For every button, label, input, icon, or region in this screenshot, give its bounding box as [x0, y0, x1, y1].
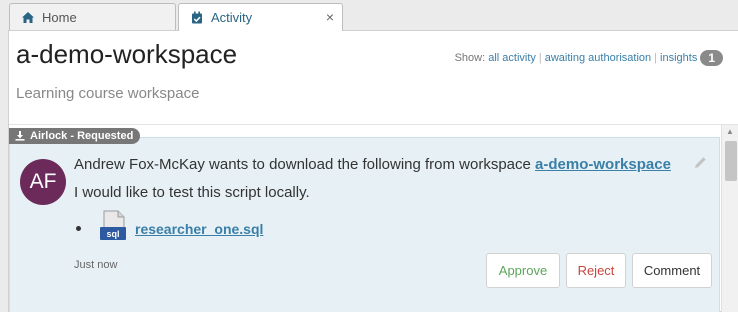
filter-prefix: Show: [454, 52, 486, 64]
comment-button[interactable]: Comment [632, 253, 712, 288]
activity-panel: a-demo-workspace Learning course workspa… [8, 30, 738, 312]
tab-home-label: Home [42, 9, 77, 25]
bullet [76, 226, 81, 231]
list-item: sql researcher_one.sql [74, 210, 263, 247]
filter-awaiting-authorisation-link[interactable]: awaiting authorisation [545, 52, 651, 64]
download-icon [15, 131, 25, 141]
activity-message-text: Andrew Fox-McKay wants to download the f… [74, 156, 536, 173]
activity-message: Andrew Fox-McKay wants to download the f… [74, 156, 671, 173]
request-note: I would like to test this script locally… [74, 184, 310, 201]
edit-icon[interactable] [694, 156, 707, 174]
tab-activity-label: Activity [211, 10, 253, 25]
timestamp: Just now [74, 259, 118, 271]
scrollbar-thumb[interactable] [725, 141, 737, 181]
divider [9, 124, 738, 125]
airlock-status-text: Airlock - Requested [30, 130, 134, 142]
filter-insights-link[interactable]: insights [660, 52, 697, 64]
reject-button[interactable]: Reject [566, 253, 626, 288]
activity-item: AF Andrew Fox-McKay wants to download th… [9, 137, 720, 312]
activity-filter: Show: all activity | awaiting authorisat… [455, 50, 723, 66]
approve-button[interactable]: Approve [486, 253, 560, 288]
page-title: a-demo-workspace [16, 39, 238, 69]
avatar: AF [20, 159, 66, 205]
airlock-status-label: Airlock - Requested [9, 128, 141, 144]
sql-file-icon: sql [99, 210, 129, 247]
tab-activity[interactable]: Activity × [178, 3, 343, 31]
workspace-link[interactable]: a-demo-workspace [535, 156, 671, 173]
home-icon [20, 9, 36, 25]
filter-all-activity-link[interactable]: all activity [488, 52, 536, 64]
filter-separator: | [654, 52, 658, 64]
insights-count-badge: 1 [700, 50, 723, 66]
filter-separator: | [538, 52, 542, 64]
workspace-description: Learning course workspace [16, 85, 200, 102]
file-link[interactable]: researcher_one.sql [135, 221, 263, 237]
tab-home[interactable]: Home [9, 3, 176, 30]
scrollbar[interactable]: ▲ [721, 125, 738, 312]
calendar-check-icon [189, 10, 205, 26]
scroll-up-icon[interactable]: ▲ [726, 127, 734, 136]
sql-file-icon-text: sql [106, 229, 119, 239]
tab-bar: Home Activity × [0, 0, 738, 31]
close-icon[interactable]: × [326, 9, 334, 25]
